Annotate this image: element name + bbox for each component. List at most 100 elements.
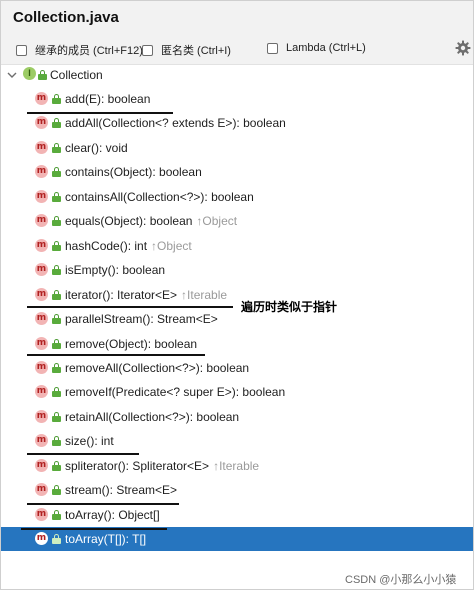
method-signature: equals(Object): boolean ↑Object — [65, 214, 237, 228]
title-bar: Collection.java — [1, 1, 473, 34]
lock-icon — [52, 460, 61, 471]
lock-icon — [52, 118, 61, 129]
lock-icon — [52, 485, 61, 496]
method-icon: m — [35, 532, 48, 546]
method-row[interactable]: m size(): int — [1, 429, 473, 453]
method-icon: m — [35, 263, 48, 277]
method-row[interactable]: m contains(Object): boolean — [1, 160, 473, 184]
method-row[interactable]: m isEmpty(): boolean — [1, 258, 473, 282]
method-row[interactable]: m parallelStream(): Stream<E> — [1, 307, 473, 331]
inherited-members-option[interactable]: 继承的成员 (Ctrl+F12) — [16, 42, 143, 58]
lock-icon — [38, 70, 47, 80]
gear-icon[interactable] — [455, 40, 471, 56]
method-row[interactable]: m hashCode(): int ↑Object — [1, 234, 473, 258]
method-signature: add(E): boolean — [65, 92, 150, 106]
method-signature: stream(): Stream<E> — [65, 483, 177, 497]
lambda-option[interactable]: Lambda (Ctrl+L) — [267, 42, 366, 54]
method-row[interactable]: m containsAll(Collection<?>): boolean — [1, 185, 473, 209]
method-row[interactable]: m toArray(): Object[] — [1, 503, 473, 527]
method-signature: removeIf(Predicate<? super E>): boolean — [65, 385, 285, 399]
method-signature: iterator(): Iterator<E> ↑Iterable — [65, 288, 227, 302]
method-signature-text: add(E): boolean — [65, 92, 151, 106]
method-signature: contains(Object): boolean — [65, 165, 202, 179]
lock-icon — [52, 338, 61, 349]
method-signature-text: addAll(Collection<? extends E>): boolean — [65, 116, 286, 131]
filter-toolbar: 继承的成员 (Ctrl+F12) 匿名类 (Ctrl+I) Lambda (Ct… — [1, 34, 473, 65]
method-signature-text: hashCode(): int — [65, 238, 148, 253]
method-row[interactable]: m iterator(): Iterator<E> ↑Iterable — [1, 283, 473, 307]
method-icon: m — [35, 92, 48, 105]
lock-icon — [52, 265, 61, 276]
annotation-underline — [21, 528, 167, 530]
lock-icon — [52, 289, 61, 300]
method-signature: retainAll(Collection<?>): boolean — [65, 410, 239, 424]
method-row[interactable]: m removeAll(Collection<?>): boolean — [1, 356, 473, 380]
method-row[interactable]: m toArray(T[]): T[] — [1, 527, 473, 552]
inherited-members-checkbox[interactable] — [16, 44, 27, 56]
lambda-checkbox[interactable] — [267, 42, 278, 54]
method-icon: m — [35, 483, 48, 497]
anonymous-classes-checkbox[interactable] — [142, 44, 153, 56]
method-signature: size(): int — [65, 434, 114, 448]
method-row[interactable]: m equals(Object): boolean ↑Object — [1, 209, 473, 233]
method-signature: containsAll(Collection<?>): boolean — [65, 190, 254, 204]
method-signature-text: equals(Object): boolean — [65, 214, 193, 229]
interface-icon: I — [23, 67, 36, 80]
method-signature-text: isEmpty(): boolean — [65, 263, 166, 278]
method-signature-text: iterator(): Iterator<E> — [65, 287, 178, 302]
method-row[interactable]: m clear(): void — [1, 136, 473, 160]
lambda-label: Lambda (Ctrl+L) — [286, 42, 366, 54]
method-row[interactable]: m stream(): Stream<E> — [1, 478, 473, 502]
method-signature: isEmpty(): boolean — [65, 263, 165, 277]
method-signature: clear(): void — [65, 141, 128, 155]
annotation-underline — [27, 306, 233, 308]
method-row[interactable]: m spliterator(): Spliterator<E> ↑Iterable — [1, 454, 473, 478]
window-title: Collection.java — [13, 9, 119, 26]
lock-icon — [52, 142, 61, 153]
tree-root-collection[interactable]: I Collection — [1, 64, 473, 86]
anonymous-classes-label: 匿名类 (Ctrl+I) — [161, 45, 231, 57]
method-icon: m — [35, 189, 48, 203]
inherited-from-label: ↑Object — [196, 214, 238, 229]
method-icon: m — [35, 507, 48, 521]
method-signature-text: containsAll(Collection<?>): boolean — [65, 189, 254, 204]
method-signature-text: retainAll(Collection<?>): boolean — [65, 409, 240, 424]
method-signature: addAll(Collection<? extends E>): boolean — [65, 116, 286, 130]
lock-icon — [52, 167, 61, 178]
root-label: Collection — [50, 68, 103, 82]
method-signature: toArray(): Object[] — [65, 508, 160, 522]
anonymous-classes-option[interactable]: 匿名类 (Ctrl+I) — [142, 42, 231, 58]
watermark: CSDN @小那么小小猿 — [345, 574, 457, 586]
method-icon: m — [35, 360, 48, 374]
method-signature-text: contains(Object): boolean — [65, 165, 202, 180]
method-icon: m — [35, 336, 48, 350]
lock-icon — [52, 94, 61, 104]
method-signature: spliterator(): Spliterator<E> ↑Iterable — [65, 459, 259, 473]
method-row[interactable]: m add(E): boolean — [1, 87, 473, 111]
method-signature: hashCode(): int ↑Object — [65, 239, 192, 253]
annotation-underline — [27, 453, 139, 455]
method-signature: remove(Object): boolean — [65, 337, 197, 351]
method-icon: m — [35, 458, 48, 472]
method-row[interactable]: m addAll(Collection<? extends E>): boolea… — [1, 111, 473, 135]
method-row[interactable]: m remove(Object): boolean — [1, 332, 473, 356]
lock-icon — [52, 436, 61, 447]
lock-icon — [52, 314, 61, 325]
lock-icon — [52, 240, 61, 251]
lock-icon — [52, 411, 61, 422]
method-icon: m — [35, 434, 48, 448]
method-icon: m — [35, 238, 48, 252]
inherited-members-label: 继承的成员 (Ctrl+F12) — [35, 45, 143, 57]
method-signature-text: toArray(): Object[] — [65, 507, 160, 522]
method-row[interactable]: m retainAll(Collection<?>): boolean — [1, 405, 473, 429]
method-row[interactable]: m removeIf(Predicate<? super E>): boolean — [1, 380, 473, 404]
chevron-down-icon[interactable] — [7, 70, 17, 80]
method-signature-text: remove(Object): boolean — [65, 336, 198, 351]
method-signature: toArray(T[]): T[] — [65, 532, 146, 546]
lock-icon — [52, 534, 61, 545]
lock-icon — [52, 362, 61, 373]
lock-icon — [52, 191, 61, 202]
method-signature-text: parallelStream(): Stream<E> — [65, 312, 218, 327]
method-signature-text: removeAll(Collection<?>): boolean — [65, 360, 250, 375]
structure-popup-window: Collection.java 继承的成员 (Ctrl+F12) 匿名类 (Ct… — [0, 0, 474, 590]
